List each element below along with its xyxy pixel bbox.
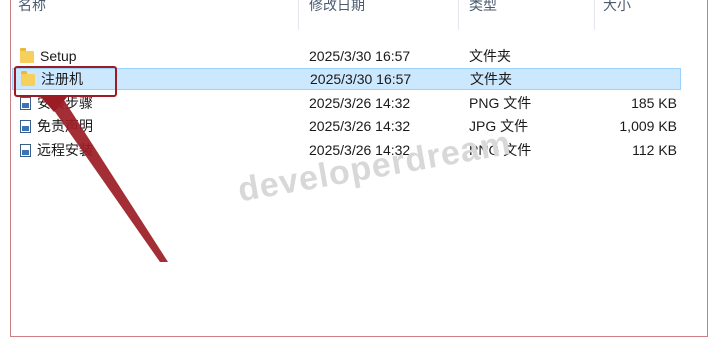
pointer-arrow-icon — [40, 96, 168, 262]
